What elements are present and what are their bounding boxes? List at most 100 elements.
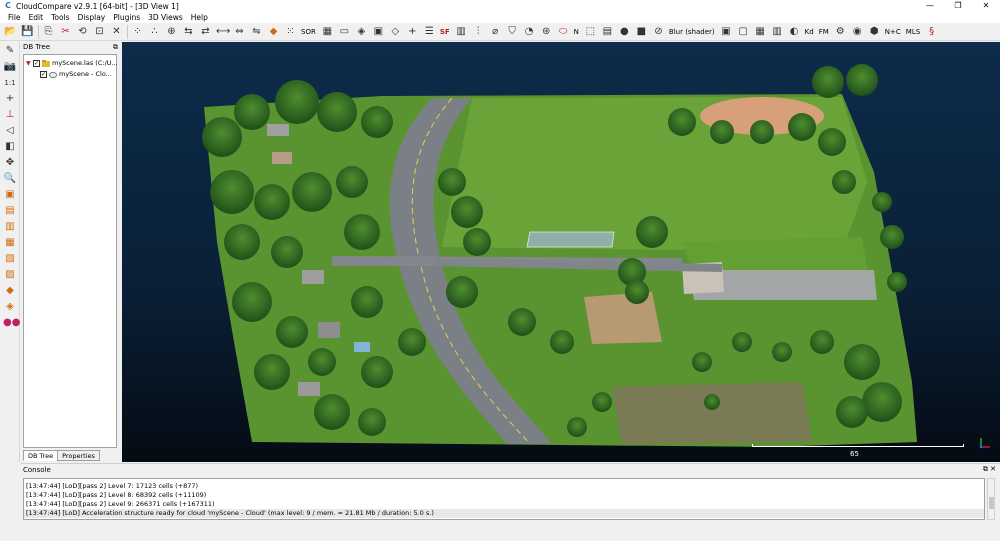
m3c2-button[interactable]: N+C: [885, 28, 901, 36]
menu-file[interactable]: File: [8, 13, 21, 22]
plane-icon[interactable]: ▭: [338, 25, 351, 38]
pivot-icon[interactable]: ⊥: [3, 108, 17, 122]
menu-tools[interactable]: Tools: [51, 13, 69, 22]
noise-filter-icon[interactable]: ⁙: [284, 25, 297, 38]
perspective-icon[interactable]: ◁: [3, 124, 17, 138]
menu-bar: File Edit Tools Display Plugins 3D Views…: [0, 12, 1000, 23]
compute-distances-icon[interactable]: ⟷: [216, 25, 230, 38]
normals-button[interactable]: N: [574, 28, 579, 36]
iso-view-2-icon[interactable]: ◈: [3, 300, 17, 314]
tree-item-label: myScene.las (C:/U...: [52, 59, 118, 67]
object-centered-icon[interactable]: ◧: [3, 140, 17, 154]
scalar-field-button[interactable]: SF: [440, 28, 450, 36]
menu-plugins[interactable]: Plugins: [113, 13, 140, 22]
ransac-icon[interactable]: ⬢: [868, 25, 881, 38]
sample-points-icon[interactable]: ⁘: [131, 25, 144, 38]
shader-label[interactable]: Blur (shader): [669, 28, 715, 36]
crop-icon[interactable]: ⊡: [93, 25, 106, 38]
pool: [354, 342, 370, 352]
filter-by-value-icon[interactable]: ⫶: [472, 25, 485, 38]
merge-icon[interactable]: ⊕: [165, 25, 178, 38]
point-cloud-render[interactable]: [122, 42, 1000, 462]
3d-view[interactable]: 65: [122, 42, 1000, 462]
stereo-icon[interactable]: ●●: [3, 316, 20, 330]
ssao-icon[interactable]: ▢: [737, 25, 750, 38]
canupo-icon[interactable]: ⚙: [834, 25, 847, 38]
one-to-one-icon[interactable]: 1:1: [3, 76, 17, 90]
cloud-to-cloud-icon[interactable]: ⇋: [250, 25, 263, 38]
c2m-distance-icon[interactable]: ⇔: [233, 25, 246, 38]
compass-icon[interactable]: ⌀: [489, 25, 502, 38]
contour-icon[interactable]: ◇: [389, 25, 402, 38]
pcv-icon[interactable]: ▥: [771, 25, 784, 38]
edl-icon[interactable]: ▣: [720, 25, 733, 38]
left-view-icon[interactable]: ▥: [3, 220, 17, 234]
bounding-box-icon[interactable]: ▣: [372, 25, 385, 38]
align-icon[interactable]: ⇄: [199, 25, 212, 38]
kd-tree-button[interactable]: Kd: [805, 28, 814, 36]
right-view-icon[interactable]: ▧: [3, 252, 17, 266]
save-icon[interactable]: 💾: [21, 25, 34, 38]
orange-filter-icon[interactable]: ◆: [267, 25, 280, 38]
front-view-icon[interactable]: ▤: [3, 204, 17, 218]
plus-icon[interactable]: +: [406, 25, 419, 38]
facets-button[interactable]: FM: [819, 28, 829, 36]
visibility-checkbox[interactable]: ✓: [33, 59, 40, 67]
octree-icon[interactable]: ⬚: [584, 25, 597, 38]
open-icon[interactable]: 📂: [4, 25, 17, 38]
pie-icon[interactable]: ◔: [523, 25, 536, 38]
subsample-icon[interactable]: ∴: [148, 25, 161, 38]
menu-edit[interactable]: Edit: [29, 13, 44, 22]
iso-view-1-icon[interactable]: ◆: [3, 284, 17, 298]
point-picking-icon[interactable]: ✎: [3, 44, 17, 58]
expand-arrow-icon[interactable]: ▼: [26, 60, 33, 67]
zoom-icon[interactable]: 🔍: [3, 172, 17, 186]
console-scrollbar[interactable]: [987, 478, 995, 520]
playground-area: [584, 292, 662, 344]
mesh-icon[interactable]: ◈: [355, 25, 368, 38]
menu-3d-views[interactable]: 3D Views: [148, 13, 183, 22]
crosshair-icon[interactable]: +: [3, 92, 17, 106]
mls-button[interactable]: MLS: [906, 28, 920, 36]
top-view-icon[interactable]: ▣: [3, 188, 17, 202]
register-icon[interactable]: ⇆: [182, 25, 195, 38]
menu-display[interactable]: Display: [78, 13, 106, 22]
scrollbar-thumb[interactable]: [989, 497, 994, 509]
title-bar: C CloudCompare v2.9.1 [64-bit] - [3D Vie…: [0, 0, 1000, 12]
scalar-field-list-icon[interactable]: ☰: [423, 25, 436, 38]
graph-icon[interactable]: ⊛: [540, 25, 553, 38]
gradient-icon[interactable]: ▥: [455, 25, 468, 38]
surface-icon[interactable]: §: [925, 25, 938, 38]
ellipse-icon[interactable]: ⬭: [557, 25, 570, 38]
cube-icon[interactable]: ■: [635, 25, 648, 38]
maximize-button[interactable]: ❐: [944, 0, 972, 12]
move-icon[interactable]: ✥: [3, 156, 17, 170]
visibility-checkbox[interactable]: ✓: [40, 70, 47, 78]
minimize-button[interactable]: —: [916, 0, 944, 12]
undock-icon[interactable]: ⧉: [113, 43, 118, 52]
pbr-icon[interactable]: ◉: [851, 25, 864, 38]
back-view-icon[interactable]: ▦: [3, 236, 17, 250]
tab-properties[interactable]: Properties: [57, 450, 100, 461]
translate-rotate-icon[interactable]: ⟲: [76, 25, 89, 38]
sphere-icon[interactable]: ●: [618, 25, 631, 38]
grid-icon[interactable]: ▤: [601, 25, 614, 38]
close-button[interactable]: ✕: [972, 0, 1000, 12]
camera-icon[interactable]: 📷: [3, 60, 17, 74]
tree-item-file[interactable]: ▼ ✓ myScene.las (C:/U...: [26, 58, 118, 68]
clone-icon[interactable]: ⎘: [42, 25, 55, 38]
tab-db-tree[interactable]: DB Tree: [23, 450, 59, 461]
console-log[interactable]: [13:47:44] [LoD][pass 2] Level 7: 17123 …: [23, 478, 985, 520]
sphere-light-icon[interactable]: ◐: [788, 25, 801, 38]
sor-filter-button[interactable]: SOR: [301, 28, 316, 36]
menu-help[interactable]: Help: [191, 13, 208, 22]
shield-icon[interactable]: ⛉: [506, 25, 519, 38]
delete-icon[interactable]: ✕: [110, 25, 123, 38]
volume-icon[interactable]: ▦: [321, 25, 334, 38]
bottom-view-icon[interactable]: ▨: [3, 268, 17, 282]
shader-toggle-icon[interactable]: ⊘: [652, 25, 665, 38]
hdr-icon[interactable]: ▦: [754, 25, 767, 38]
undock-icon[interactable]: ⧉ ✕: [983, 465, 996, 474]
tree-item-cloud[interactable]: ✓ myScene - Clo...: [40, 69, 112, 79]
segment-icon[interactable]: ✂: [59, 25, 72, 38]
